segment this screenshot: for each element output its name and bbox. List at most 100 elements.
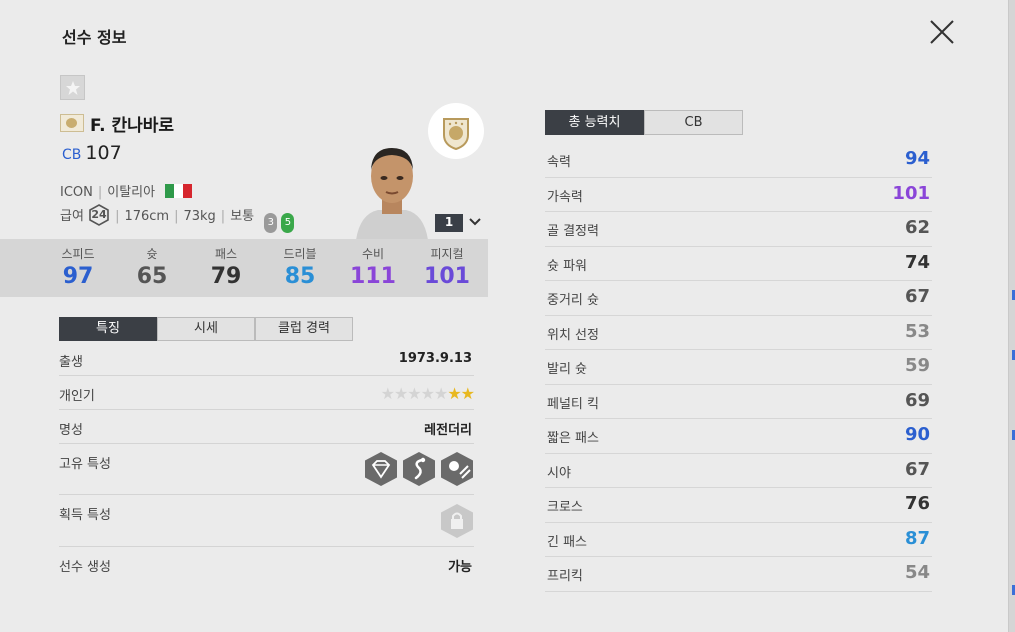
attribute-value: 101 xyxy=(892,182,930,204)
nation-label: 이탈리아 xyxy=(107,185,156,200)
lock-icon xyxy=(441,504,473,538)
attribute-row: 슛 파워 74 xyxy=(545,247,932,281)
attribute-row: 크로스 76 xyxy=(545,488,932,523)
pay-value: 24 xyxy=(91,208,107,221)
diamond-trait-icon[interactable] xyxy=(364,451,398,487)
star-filled-icon: ★ xyxy=(460,384,475,403)
pay-hex-icon: 24 xyxy=(88,204,110,226)
row-label: 명성 xyxy=(59,423,83,438)
upgrade-level: 1 xyxy=(444,215,454,229)
ball-trait-icon[interactable] xyxy=(440,451,474,487)
detail-rows: 출생 1973.9.13 개인기 ★★★★★★★ 명성 레전더리 고유 특성 획… xyxy=(59,342,475,580)
close-icon[interactable] xyxy=(928,18,956,46)
season-nation: ICON | 이탈리아 xyxy=(60,181,193,200)
stat-value: 65 xyxy=(136,264,168,289)
attribute-label: 크로스 xyxy=(547,500,583,515)
row-label: 개인기 xyxy=(59,389,95,404)
tab-position-stats[interactable]: CB xyxy=(644,110,743,135)
stat-value: 97 xyxy=(62,264,94,289)
attribute-label: 긴 패스 xyxy=(547,534,588,550)
row-reputation: 명성 레전더리 xyxy=(59,410,474,444)
stat-value: 79 xyxy=(210,264,242,289)
stat-value: 111 xyxy=(350,264,396,289)
left-tabs: 특징 시세 클럽 경력 xyxy=(59,317,353,341)
attribute-row: 발리 슛 59 xyxy=(545,350,932,385)
tab-total-stats[interactable]: 총 능력치 xyxy=(545,110,644,135)
summary-stats: 스피드 97 슛 65 패스 79 드리블 85 수비 111 피지컬 101 xyxy=(0,239,488,297)
attribute-row: 짧은 패스 90 xyxy=(545,419,932,454)
attribute-row: 프리킥 54 xyxy=(545,557,932,592)
attribute-list: 속력 94 가속력 101 골 결정력 62 슛 파워 74 중거리 슛 67 위치 선정 53 발리 … xyxy=(545,143,932,592)
row-label: 고유 특성 xyxy=(59,457,111,472)
attribute-label: 페널티 킥 xyxy=(547,396,599,412)
tab-market-price[interactable]: 시세 xyxy=(157,317,255,341)
row-popularity: 개인기 ★★★★★★★ xyxy=(59,376,475,410)
italy-flag-icon xyxy=(165,184,193,198)
player-ovr: 107 xyxy=(85,142,122,164)
position-ovr: CB 107 xyxy=(62,142,122,164)
attribute-value: 54 xyxy=(904,562,930,583)
page-title: 선수 정보 xyxy=(62,28,127,47)
body-type: 보통 xyxy=(230,209,255,224)
star-icon xyxy=(66,81,80,95)
snake-trait-icon[interactable] xyxy=(402,451,436,487)
icon-emblem xyxy=(428,103,484,159)
attribute-label: 프리킥 xyxy=(547,569,583,584)
player-info-panel: 선수 정보 F. 칸나바로 CB 107 ICON | 이탈리아 급여 24 | 176… xyxy=(0,0,1008,632)
player-name: F. 칸나바로 xyxy=(90,116,175,136)
stat-label: 스피드 xyxy=(61,247,95,261)
stat-physical: 피지컬 101 xyxy=(417,245,477,289)
player-portrait xyxy=(356,148,428,240)
stat-value: 85 xyxy=(284,264,316,289)
attribute-label: 중거리 슛 xyxy=(547,293,599,308)
stat-speed: 스피드 97 xyxy=(48,245,108,289)
star-empty-icon: ★ xyxy=(380,384,395,403)
row-creation: 선수 생성 가능 xyxy=(59,547,474,580)
stat-value: 101 xyxy=(424,264,470,289)
tab-traits[interactable]: 특징 xyxy=(59,317,157,341)
attribute-row: 골 결정력 62 xyxy=(545,212,932,247)
attribute-label: 가속력 xyxy=(547,189,583,205)
upgrade-level-badge[interactable]: 1 xyxy=(435,214,463,232)
star-empty-icon: ★ xyxy=(433,384,448,403)
attribute-row: 속력 94 xyxy=(545,143,932,178)
chevron-down-icon[interactable] xyxy=(467,215,483,229)
attribute-label: 짧은 패스 xyxy=(547,431,599,446)
stat-label: 수비 xyxy=(361,247,385,261)
attribute-value: 94 xyxy=(904,148,930,169)
attribute-value: 67 xyxy=(904,286,930,307)
background-edge xyxy=(1008,0,1015,632)
stat-label: 피지컬 xyxy=(430,247,464,261)
attribute-value: 76 xyxy=(904,493,930,514)
row-label: 획득 특성 xyxy=(59,508,111,523)
row-label: 출생 xyxy=(59,355,83,370)
stat-label: 슛 xyxy=(146,247,158,261)
attribute-label: 시야 xyxy=(547,465,571,481)
player-position: CB xyxy=(62,147,82,163)
tab-club-history[interactable]: 클럽 경력 xyxy=(255,317,353,341)
pay-label: 급여 xyxy=(60,209,84,224)
attribute-value: 53 xyxy=(904,320,930,342)
popularity-stars: ★★★★★★★ xyxy=(380,384,475,403)
reputation-value: 레전더리 xyxy=(424,423,472,438)
attribute-row: 시야 67 xyxy=(545,454,932,488)
attribute-value: 59 xyxy=(904,355,930,376)
star-empty-icon: ★ xyxy=(420,384,435,403)
attribute-value: 67 xyxy=(904,458,930,480)
attribute-label: 속력 xyxy=(547,155,571,170)
row-traits: 고유 특성 xyxy=(59,444,474,495)
attribute-row: 위치 선정 53 xyxy=(545,316,932,350)
star-empty-icon: ★ xyxy=(393,384,408,403)
stat-label: 드리블 xyxy=(283,247,317,261)
favorite-button[interactable] xyxy=(60,75,85,100)
stat-defending: 수비 111 xyxy=(343,245,403,289)
attribute-label: 위치 선정 xyxy=(547,327,599,343)
row-acquired-traits: 획득 특성 xyxy=(59,495,474,547)
stat-label: 패스 xyxy=(214,247,238,261)
attribute-label: 슛 파워 xyxy=(547,258,588,274)
attribute-row: 중거리 슛 67 xyxy=(545,281,932,316)
row-birth: 출생 1973.9.13 xyxy=(59,342,474,376)
star-empty-icon: ★ xyxy=(407,384,421,403)
season-label: ICON xyxy=(60,185,93,200)
strong-foot-icon: 5 xyxy=(281,213,295,233)
